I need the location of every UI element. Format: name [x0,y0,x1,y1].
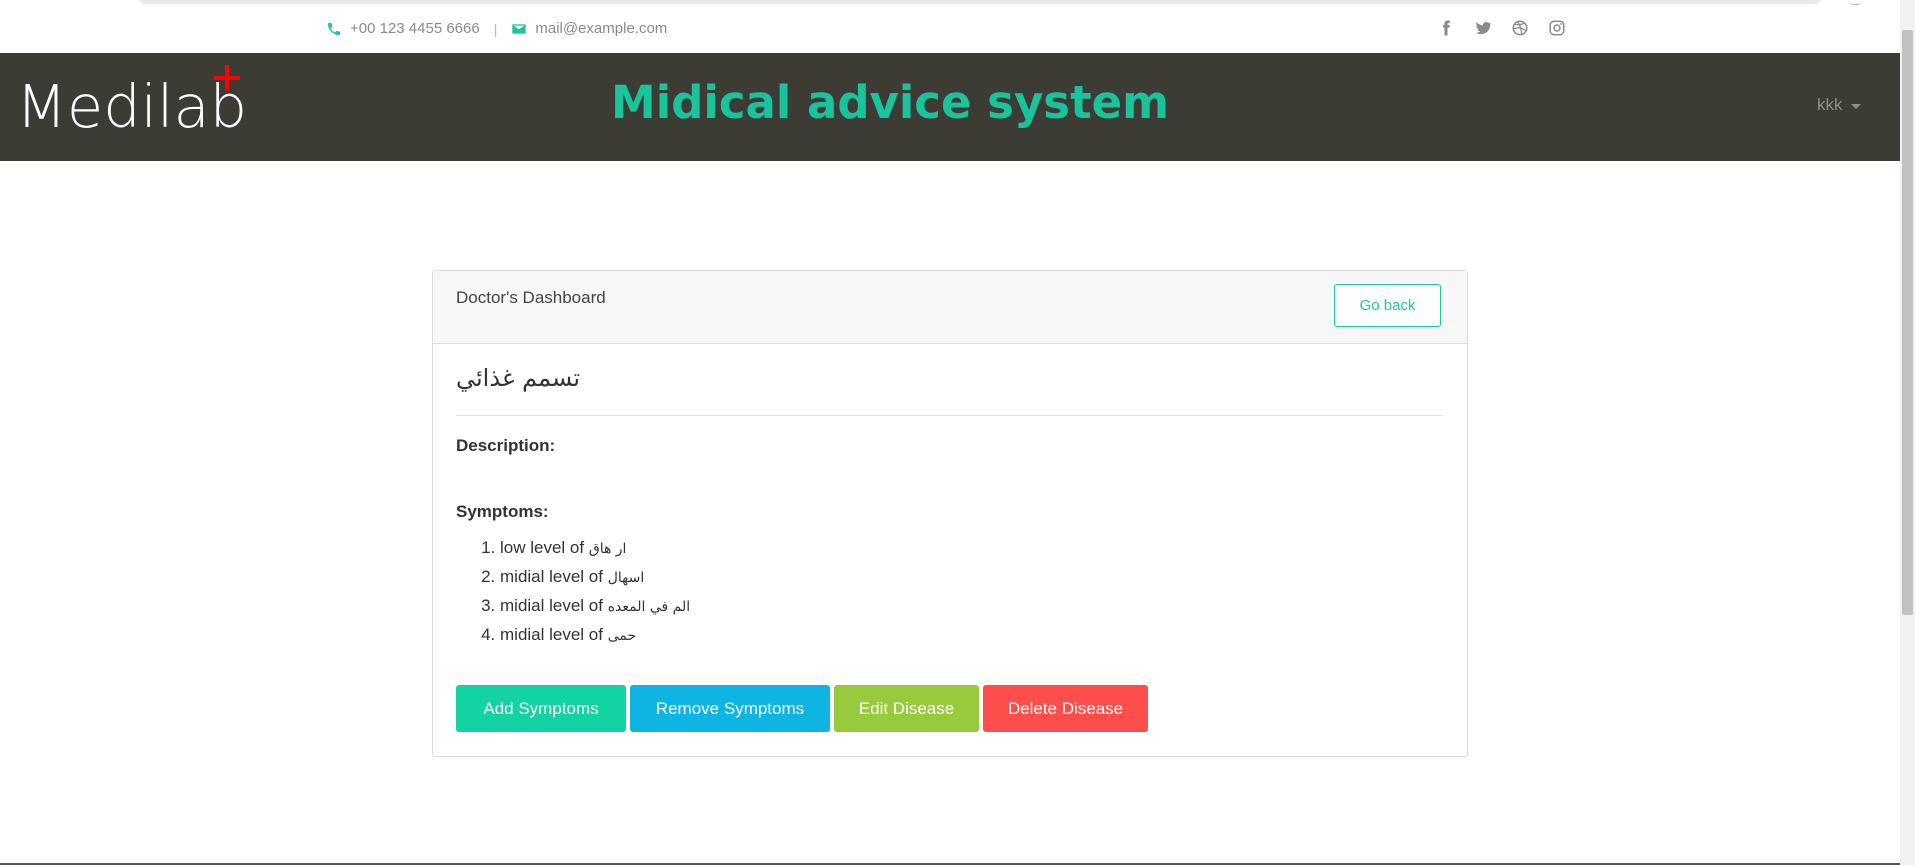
browser-strip [0,0,1915,10]
symptom-name: حمى [607,628,637,644]
user-dropdown[interactable]: kkk [1817,95,1861,115]
card-header: Doctor's Dashboard Go back [433,271,1467,344]
list-item: midial level of الم في المعده [500,592,690,621]
symptom-level: midial level of [500,567,608,586]
browser-corner [1848,0,1862,5]
symptom-level: low level of [500,538,589,557]
twitter-icon[interactable] [1474,19,1492,37]
top-contact-bar: +00 123 4455 6666 | mail@example.com [0,10,1900,53]
envelope-icon [512,23,527,34]
site-header: Medilab Midical advice system kkk [0,53,1900,161]
divider [456,415,1443,416]
page-scrollbar[interactable] [1900,0,1915,865]
delete-disease-button[interactable]: Delete Disease [983,685,1148,732]
symptom-name: ار هاق [588,541,627,557]
go-back-button[interactable]: Go back [1334,284,1441,327]
caret-down-icon [1850,103,1861,109]
contact-info: +00 123 4455 6666 | mail@example.com [326,20,667,37]
scrollbar-thumb[interactable] [1902,30,1913,615]
symptom-list: low level of ار هاق midial level of اسها… [456,534,690,650]
dribbble-icon[interactable] [1511,19,1529,37]
phone-number: +00 123 4455 6666 [350,20,480,37]
symptom-level: midial level of [500,596,608,615]
list-item: low level of ار هاق [500,534,690,563]
dashboard-title: Doctor's Dashboard [456,288,606,307]
add-symptoms-button[interactable]: Add Symptoms [456,685,626,732]
facebook-icon[interactable] [1437,19,1455,37]
disease-card: Doctor's Dashboard Go back تسمم غذائي De… [432,270,1468,757]
site-title: Midical advice system [611,76,1169,129]
symptom-name: اسهال [607,570,645,586]
symptoms-label: Symptoms: [456,502,549,521]
list-item: midial level of اسهال [500,563,690,592]
address-bar-edge [140,0,1820,4]
social-links [1437,19,1566,37]
contact-separator: | [493,20,498,37]
remove-symptoms-button[interactable]: Remove Symptoms [630,685,830,732]
symptom-level: midial level of [500,625,608,644]
phone-item[interactable]: +00 123 4455 6666 [326,20,480,37]
email-item[interactable]: mail@example.com [511,20,667,37]
instagram-icon[interactable] [1548,19,1566,37]
edit-disease-button[interactable]: Edit Disease [834,685,979,732]
symptom-name: الم في المعده [607,599,691,615]
email-address: mail@example.com [535,20,668,37]
phone-icon [328,22,340,35]
list-item: midial level of حمى [500,621,690,650]
user-name: kkk [1817,95,1843,114]
description-label: Description: [456,436,556,455]
action-buttons: Add Symptoms Remove Symptoms Edit Diseas… [456,685,1148,732]
disease-name: تسمم غذائي [456,364,581,392]
